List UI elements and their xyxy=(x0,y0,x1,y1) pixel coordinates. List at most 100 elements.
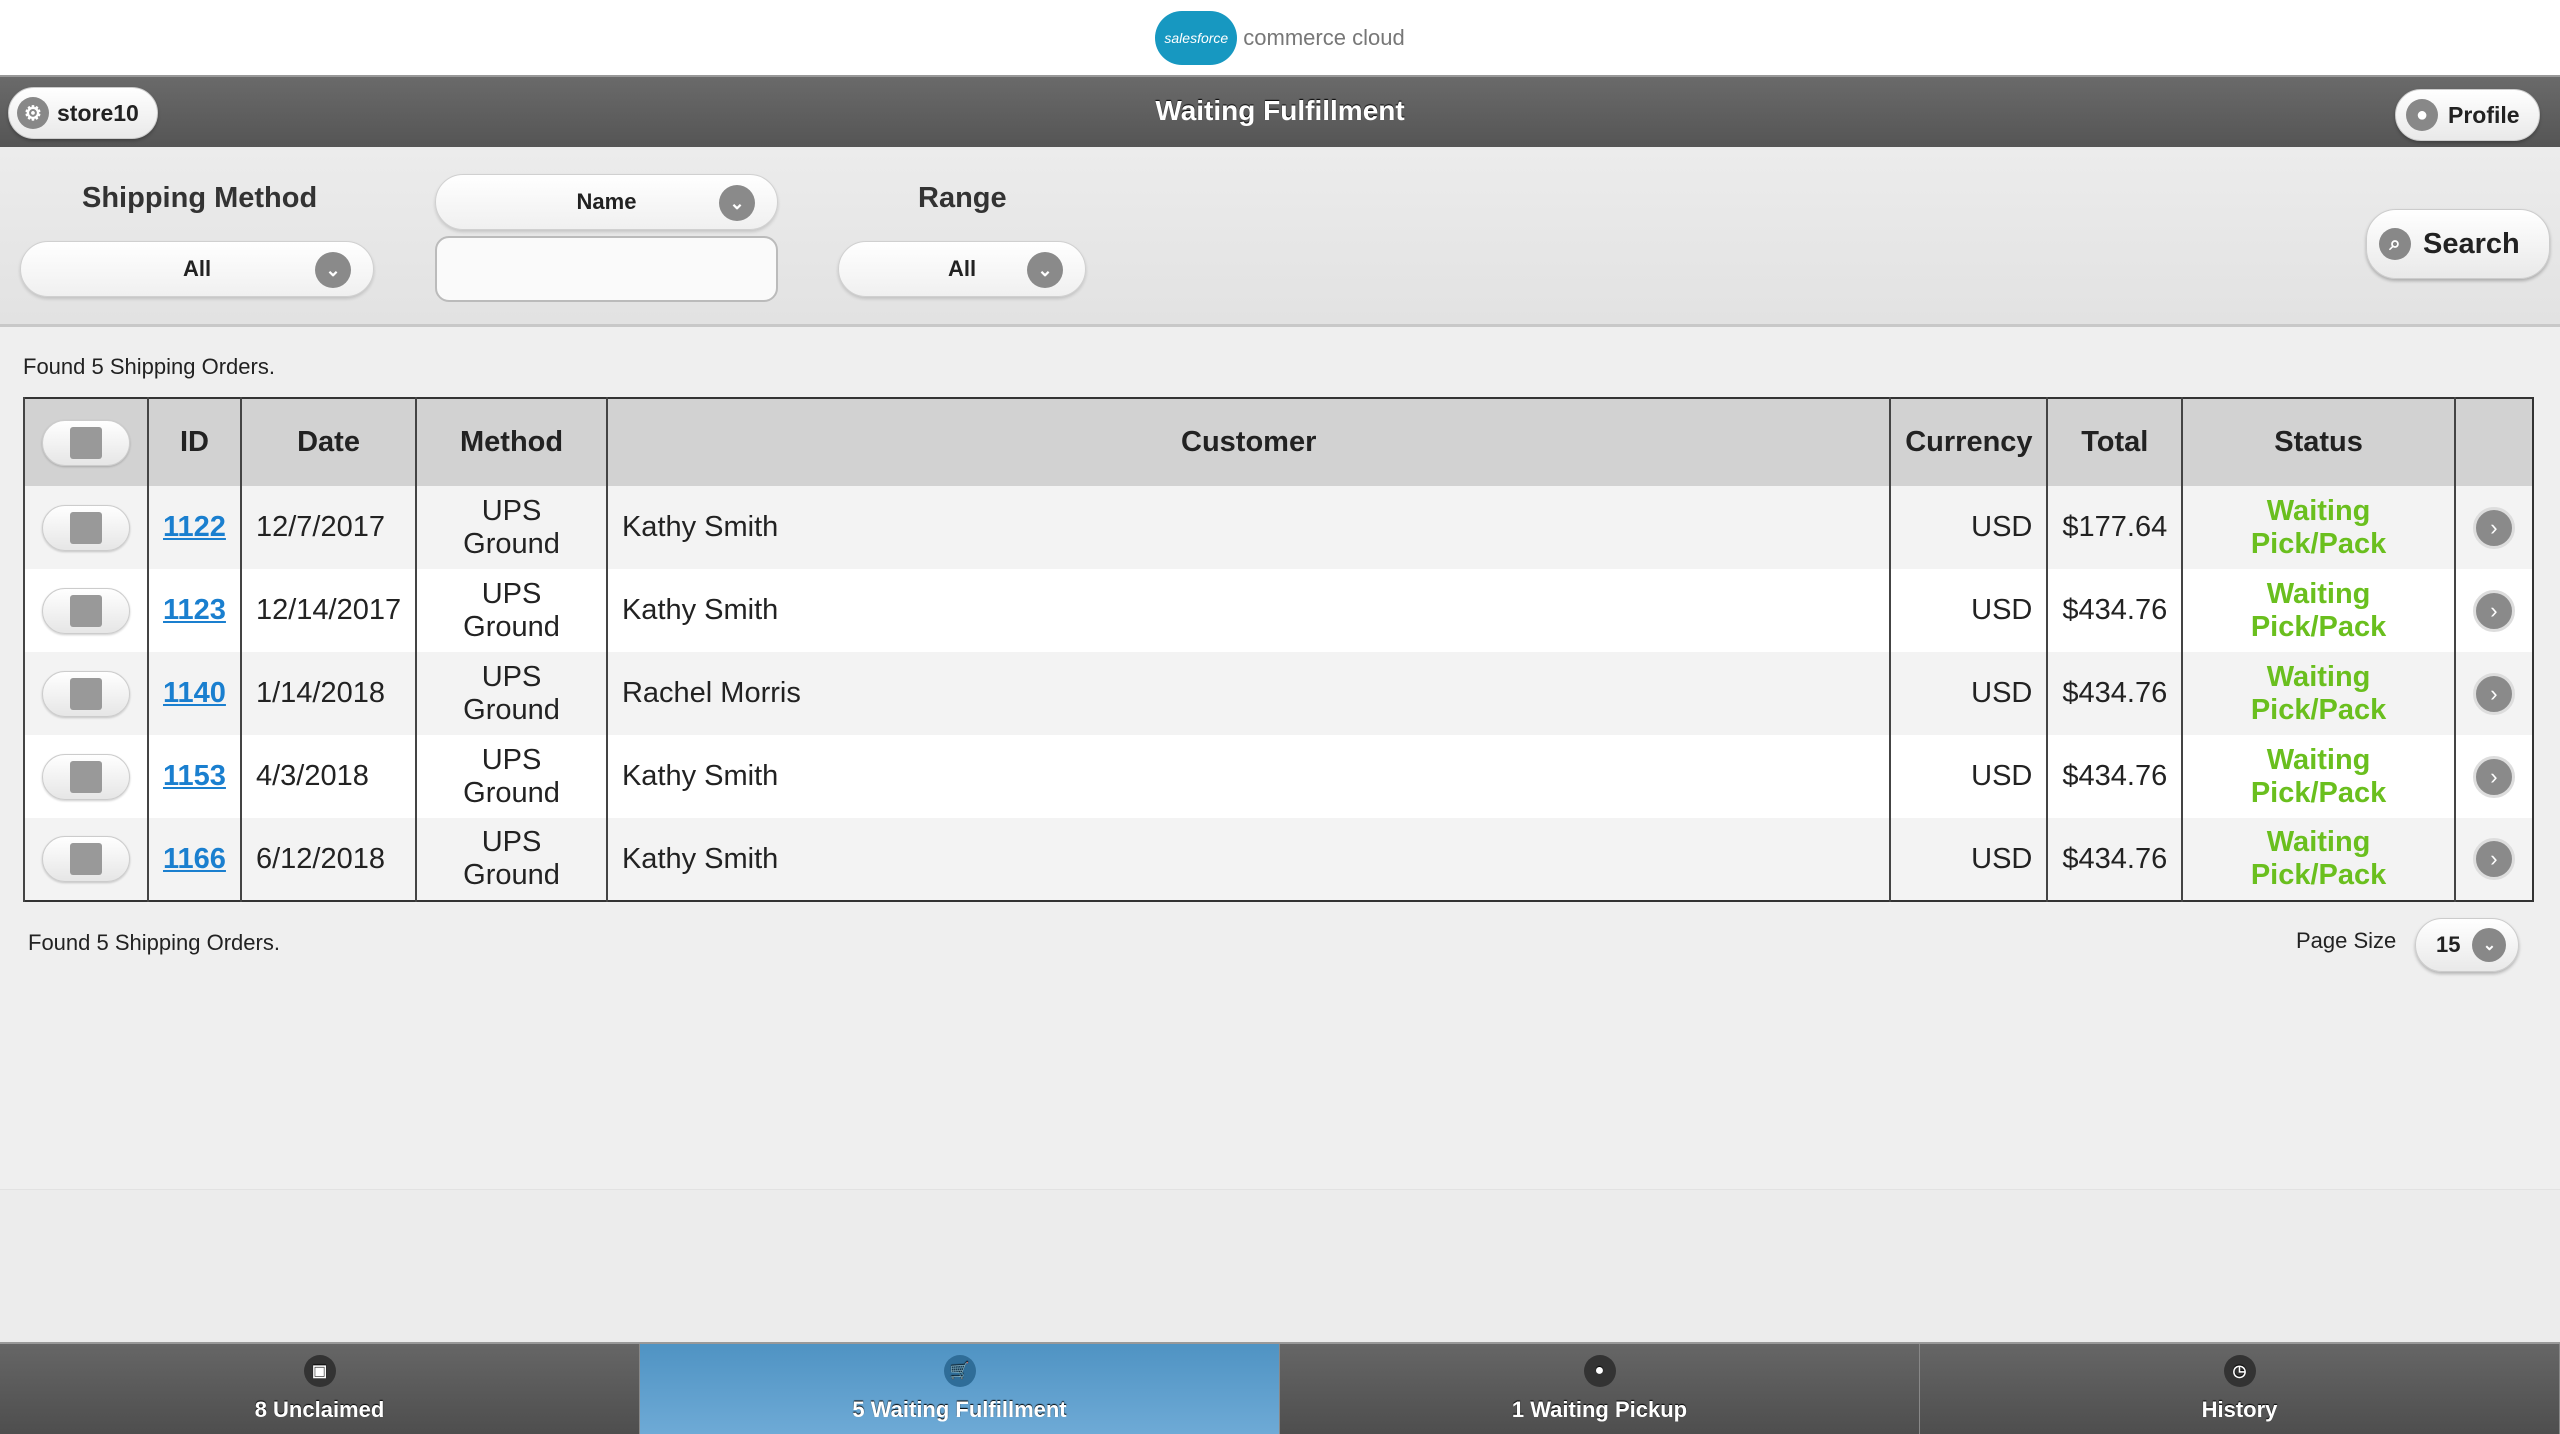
bottom-nav: ▣ 8 Unclaimed 🛒 5 Waiting Fulfillment ● 1 W… xyxy=(0,1342,2560,1434)
filter-panel: Shipping Method All ⌄ Name ⌄ Range All ⌄… xyxy=(0,147,2560,327)
tab-waiting-pickup[interactable]: ● 1 Waiting Pickup xyxy=(1280,1344,1920,1434)
order-date: 6/12/2018 xyxy=(239,818,417,901)
select-all-checkbox[interactable] xyxy=(41,419,130,466)
tab-label: 1 Waiting Pickup xyxy=(1511,1397,1688,1422)
search-icon: ⌕ xyxy=(2379,228,2411,260)
cart-icon: 🛒 xyxy=(943,1355,976,1387)
status-badge: Waiting Pick/Pack xyxy=(2181,652,2455,735)
search-input[interactable] xyxy=(435,236,778,302)
table-row[interactable]: 1140 1/14/2018 UPS Ground Rachel Morris … xyxy=(23,652,2533,735)
page-size-value: 15 xyxy=(2436,932,2461,957)
order-total: $177.64 xyxy=(2046,486,2183,569)
column-header-customer[interactable]: Customer xyxy=(605,398,1891,486)
column-header-method[interactable]: Method xyxy=(415,398,607,486)
person-icon: ● xyxy=(1583,1355,1616,1387)
order-customer: Rachel Morris xyxy=(605,652,1891,735)
row-action[interactable]: › xyxy=(2453,569,2533,652)
row-select[interactable] xyxy=(23,652,148,735)
tab-unclaimed[interactable]: ▣ 8 Unclaimed xyxy=(0,1344,640,1434)
brand-header: salesforce commerce cloud xyxy=(0,0,2560,75)
order-customer: Kathy Smith xyxy=(605,569,1891,652)
status-badge: Waiting Pick/Pack xyxy=(2181,735,2455,818)
row-checkbox[interactable] xyxy=(41,753,130,800)
search-label: Search xyxy=(2423,227,2520,260)
search-field-select[interactable]: Name ⌄ xyxy=(435,174,778,230)
tab-waiting-fulfillment[interactable]: 🛒 5 Waiting Fulfillment xyxy=(640,1344,1280,1434)
found-count: Found 5 Shipping Orders. xyxy=(23,354,275,379)
column-header-id[interactable]: ID xyxy=(146,398,241,486)
chevron-right-icon[interactable]: › xyxy=(2472,838,2515,880)
shipping-method-label: Shipping Method xyxy=(82,182,318,214)
table-row[interactable]: 1122 12/7/2017 UPS Ground Kathy Smith US… xyxy=(23,486,2533,569)
row-checkbox[interactable] xyxy=(41,504,130,551)
orders-table: ID Date Method Customer Currency Total S… xyxy=(23,397,2534,902)
range-select[interactable]: All ⌄ xyxy=(838,241,1086,297)
inbox-icon: ▣ xyxy=(303,1355,336,1387)
order-id-link[interactable]: 1153 xyxy=(146,735,241,818)
chevron-right-icon[interactable]: › xyxy=(2472,506,2515,549)
chevron-right-icon[interactable]: › xyxy=(2472,672,2515,715)
tab-label: History xyxy=(2201,1397,2278,1422)
search-button[interactable]: ⌕ Search xyxy=(2366,209,2550,279)
tab-label: 8 Unclaimed xyxy=(254,1397,385,1422)
row-action[interactable]: › xyxy=(2453,486,2533,569)
chevron-down-icon: ⌄ xyxy=(2472,928,2507,962)
order-customer: Kathy Smith xyxy=(605,818,1891,901)
footer-found-count: Found 5 Shipping Orders. xyxy=(28,930,280,955)
order-id-link[interactable]: 1166 xyxy=(146,818,241,901)
order-total: $434.76 xyxy=(2046,652,2183,735)
column-header-status[interactable]: Status xyxy=(2181,398,2455,486)
order-currency: USD xyxy=(1889,486,2048,569)
column-header-currency[interactable]: Currency xyxy=(1889,398,2048,486)
row-select[interactable] xyxy=(23,735,148,818)
page-title: Waiting Fulfillment xyxy=(1155,95,1405,126)
table-row[interactable]: 1123 12/14/2017 UPS Ground Kathy Smith U… xyxy=(23,569,2533,652)
table-header-row: ID Date Method Customer Currency Total S… xyxy=(23,398,2533,486)
row-action[interactable]: › xyxy=(2453,818,2533,901)
range-label: Range xyxy=(918,182,1007,214)
row-select[interactable] xyxy=(23,486,148,569)
chevron-right-icon[interactable]: › xyxy=(2472,755,2515,798)
range-value: All xyxy=(947,256,977,281)
profile-button[interactable]: ● Profile xyxy=(2395,89,2540,141)
table-row[interactable]: 1153 4/3/2018 UPS Ground Kathy Smith USD… xyxy=(23,735,2533,818)
history-icon: ◷ xyxy=(2223,1355,2256,1387)
order-total: $434.76 xyxy=(2046,818,2183,901)
order-currency: USD xyxy=(1889,569,2048,652)
order-method: UPS Ground xyxy=(415,486,607,569)
row-select[interactable] xyxy=(23,818,148,901)
row-action[interactable]: › xyxy=(2453,735,2533,818)
chevron-down-icon: ⌄ xyxy=(1027,252,1063,288)
order-total: $434.76 xyxy=(2046,735,2183,818)
order-method: UPS Ground xyxy=(415,735,607,818)
order-id-link[interactable]: 1123 xyxy=(146,569,241,652)
column-header-actions xyxy=(2453,398,2533,486)
row-action[interactable]: › xyxy=(2453,652,2533,735)
order-id-link[interactable]: 1140 xyxy=(146,652,241,735)
page-size-label: Page Size xyxy=(2296,928,2397,953)
page-size-select[interactable]: 15 ⌄ xyxy=(2415,918,2519,972)
chevron-down-icon: ⌄ xyxy=(315,252,351,288)
column-header-date[interactable]: Date xyxy=(239,398,417,486)
tab-history[interactable]: ◷ History xyxy=(1920,1344,2560,1434)
order-currency: USD xyxy=(1889,735,2048,818)
chevron-down-icon: ⌄ xyxy=(719,185,755,221)
order-method: UPS Ground xyxy=(415,569,607,652)
column-header-total[interactable]: Total xyxy=(2046,398,2183,486)
person-icon: ● xyxy=(2406,99,2438,131)
order-currency: USD xyxy=(1889,818,2048,901)
profile-label: Profile xyxy=(2448,101,2520,128)
row-checkbox[interactable] xyxy=(41,836,130,882)
row-checkbox[interactable] xyxy=(41,587,130,634)
search-field-value: Name xyxy=(576,189,637,214)
select-all-header[interactable] xyxy=(23,398,148,486)
row-select[interactable] xyxy=(23,569,148,652)
shipping-method-select[interactable]: All ⌄ xyxy=(20,241,374,297)
order-id-link[interactable]: 1122 xyxy=(146,486,241,569)
row-checkbox[interactable] xyxy=(41,670,130,717)
order-total: $434.76 xyxy=(2046,569,2183,652)
table-row[interactable]: 1166 6/12/2018 UPS Ground Kathy Smith US… xyxy=(23,818,2533,901)
chevron-right-icon[interactable]: › xyxy=(2472,589,2515,632)
order-date: 1/14/2018 xyxy=(239,652,417,735)
order-method: UPS Ground xyxy=(415,818,607,901)
